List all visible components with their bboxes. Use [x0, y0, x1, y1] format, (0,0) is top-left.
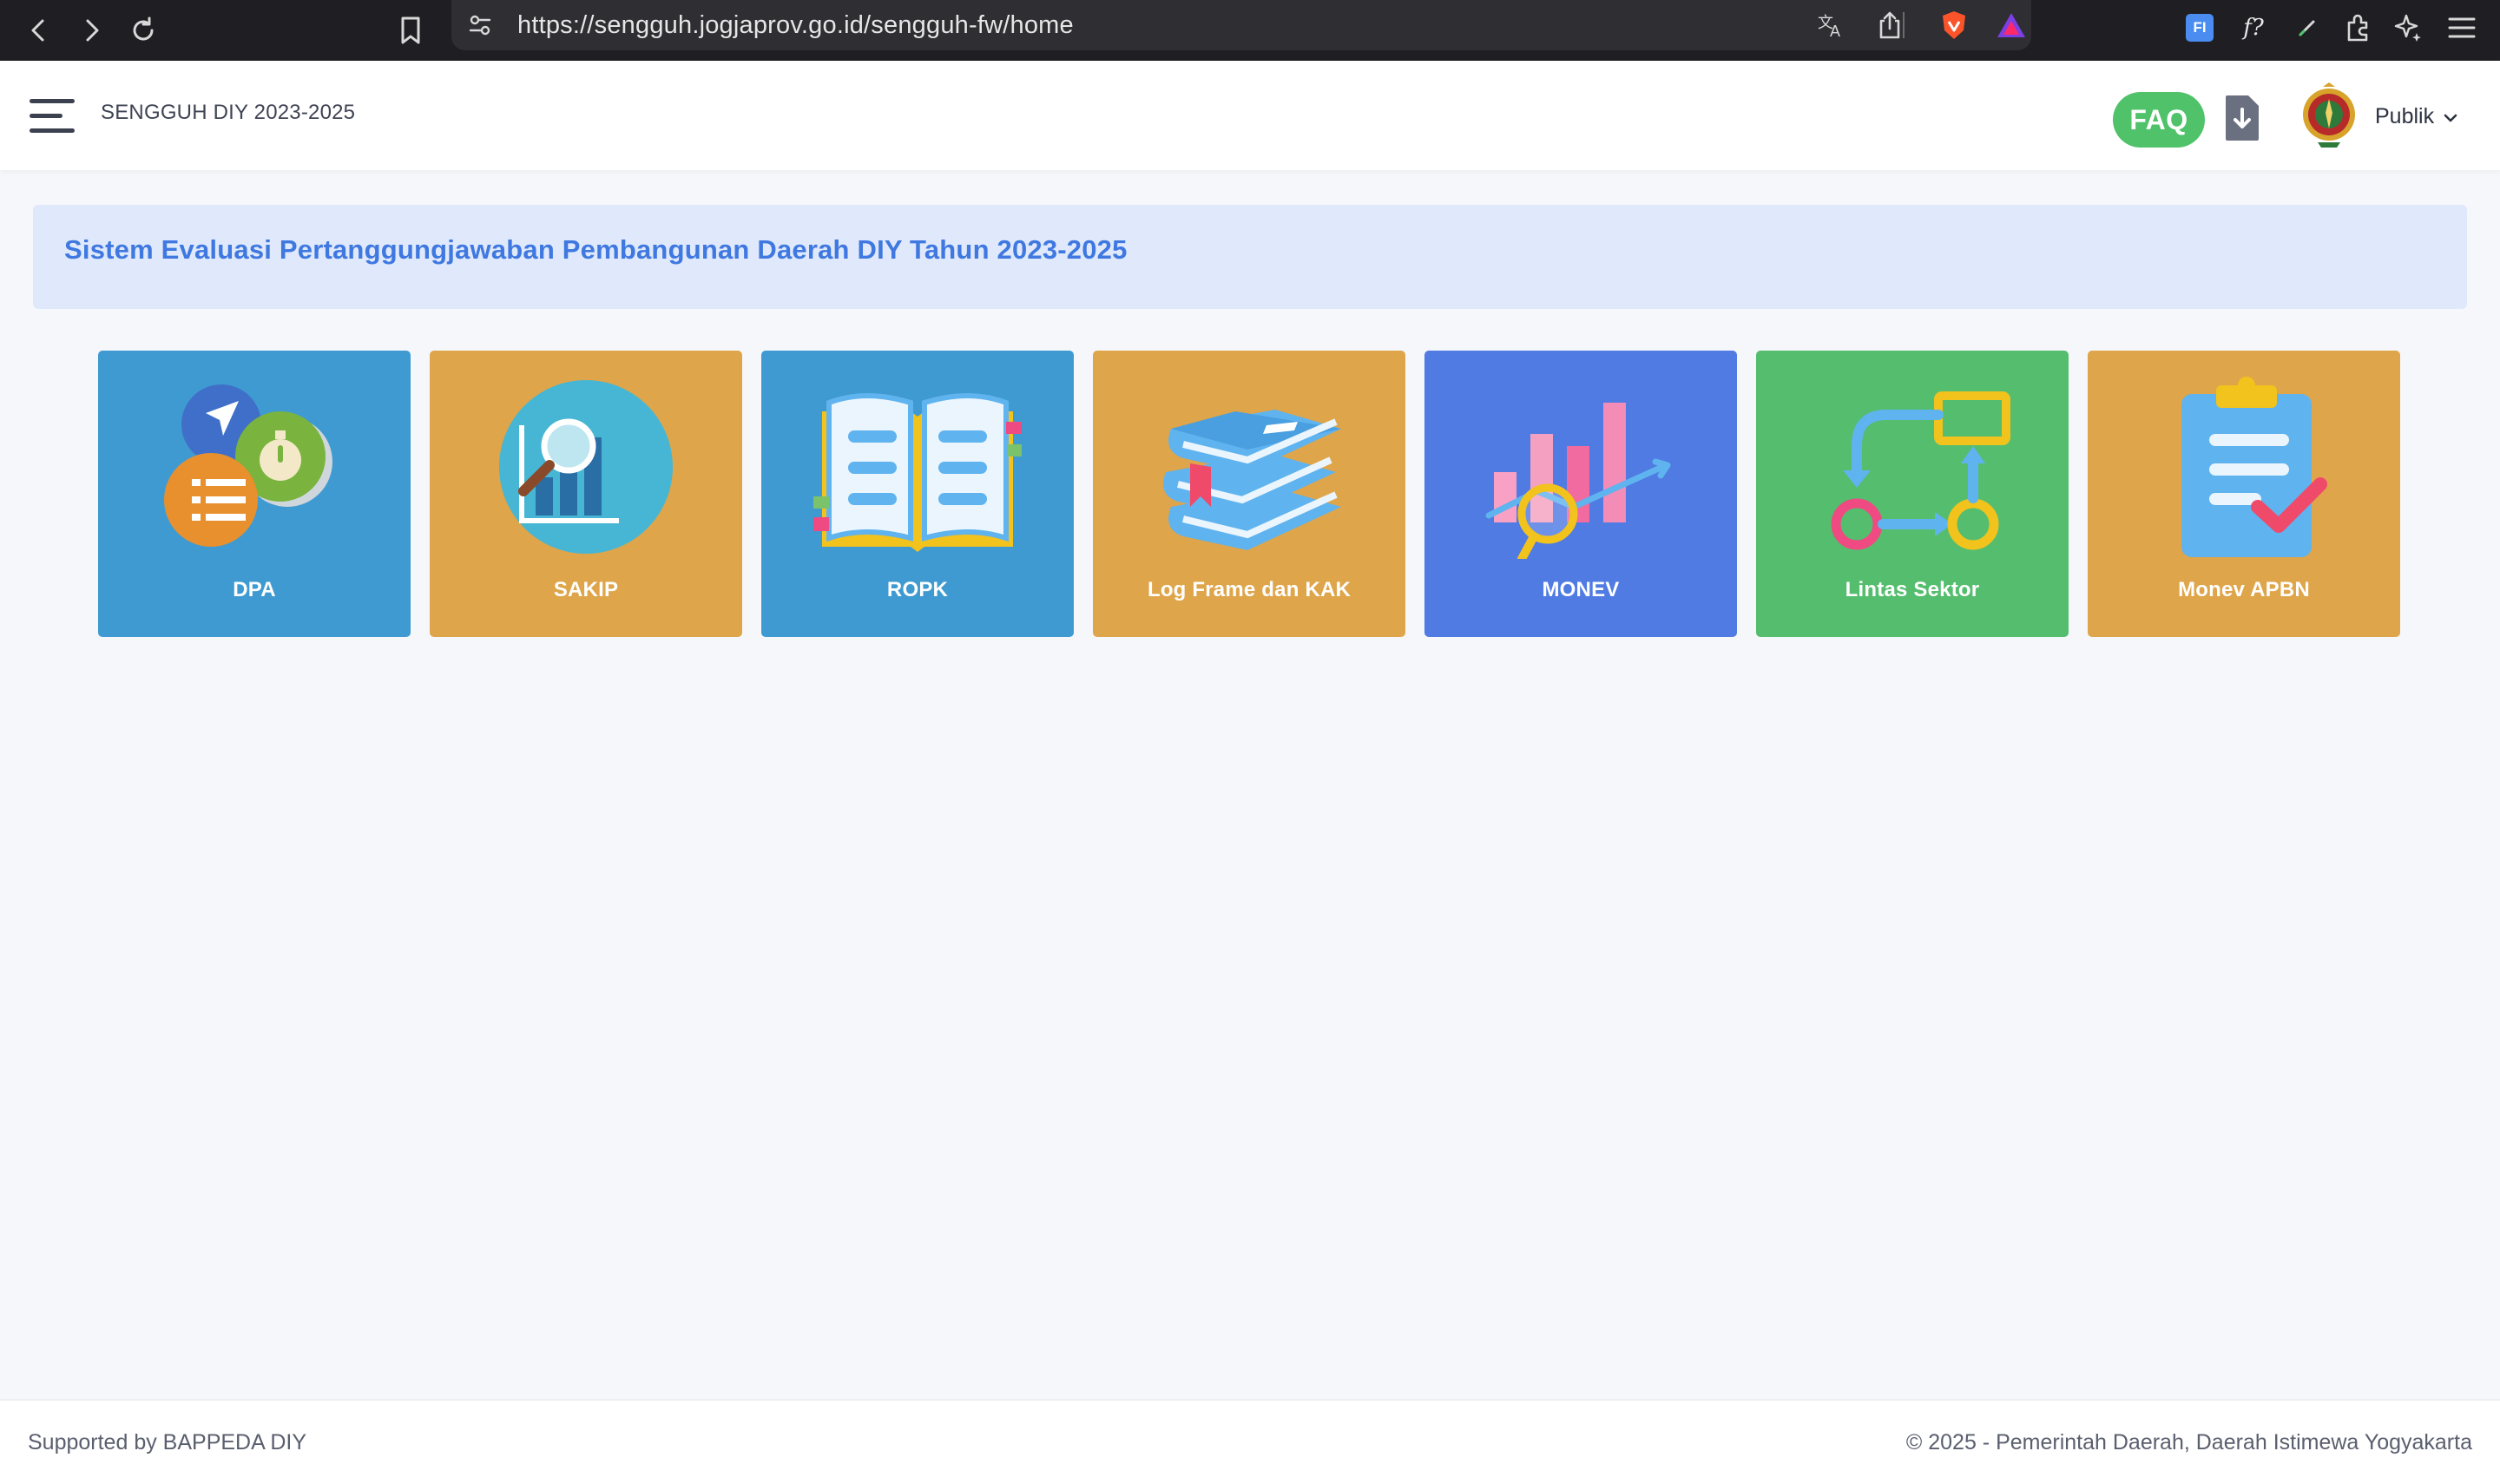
ropk-icon	[813, 377, 1022, 559]
reload-icon[interactable]	[122, 9, 165, 52]
site-settings-icon[interactable]	[465, 10, 495, 40]
app-title: SENGGUH DIY 2023-2025	[101, 101, 356, 124]
tile-label: MONEV	[1542, 578, 1620, 601]
tile-lintas-sektor[interactable]: Lintas Sektor	[1756, 351, 2069, 637]
translate-icon[interactable]: 文A	[1814, 9, 1847, 42]
footer: Supported by BAPPEDA DIY © 2025 - Pemeri…	[0, 1399, 2500, 1484]
address-bar[interactable]: https://sengguh.jogjaprov.go.id/sengguh-…	[451, 0, 2031, 50]
banner-title: Sistem Evaluasi Pertanggungjawaban Pemba…	[64, 234, 1128, 265]
tile-dpa[interactable]: DPA	[98, 351, 411, 637]
share-icon[interactable]	[1873, 9, 1906, 42]
tile-label: ROPK	[886, 578, 949, 601]
svg-text:A: A	[1830, 23, 1840, 40]
tile-label: Lintas Sektor	[1845, 578, 1980, 601]
download-icon[interactable]	[2224, 94, 2260, 142]
url-text[interactable]: https://sengguh.jogjaprov.go.id/sengguh-…	[517, 9, 1074, 42]
user-menu-button[interactable]: Publik	[2375, 99, 2458, 134]
browser-menu-icon[interactable]	[2443, 9, 2481, 47]
tile-monev[interactable]: MONEV	[1424, 351, 1737, 637]
footer-support-text: Supported by BAPPEDA DIY	[28, 1430, 307, 1454]
user-menu-label: Publik	[2375, 103, 2435, 128]
ext-pen-icon[interactable]	[2288, 9, 2326, 47]
tile-log-frame-dan-kak[interactable]: Log Frame dan KAK	[1093, 351, 1405, 637]
bookmark-icon[interactable]	[389, 9, 432, 52]
tile-ropk[interactable]: ROPK	[761, 351, 1074, 637]
monev-apbn-icon	[2140, 377, 2348, 559]
forward-icon[interactable]	[69, 9, 113, 52]
tile-sakip[interactable]: SAKIP	[430, 351, 742, 637]
brave-rewards-icon[interactable]	[1995, 9, 2028, 42]
faq-button[interactable]: FAQ	[2113, 92, 2205, 148]
tile-label: Log Frame dan KAK	[1147, 578, 1352, 601]
tile-monev-apbn[interactable]: Monev APBN	[2088, 351, 2400, 637]
avatar[interactable]	[2300, 82, 2358, 149]
browser-toolbar: https://sengguh.jogjaprov.go.id/sengguh-…	[0, 0, 2500, 61]
log-frame-icon	[1145, 377, 1353, 559]
ext-fi-icon[interactable]: FI	[2181, 9, 2219, 47]
ext-f-label: f?	[2243, 15, 2264, 41]
menu-tiles: DPA SAKIP ROPK Log Frame dan KAK MONEV L…	[98, 351, 2402, 637]
footer-copyright: © 2025 - Pemerintah Daerah, Daerah Istim…	[1905, 1430, 2472, 1454]
toolbar-divider	[1903, 12, 1905, 38]
sidebar-toggle-icon[interactable]	[30, 95, 75, 137]
tile-label: Monev APBN	[2178, 578, 2310, 601]
monev-icon	[1477, 377, 1685, 563]
tile-label: SAKIP	[553, 578, 619, 601]
leo-ai-icon[interactable]	[2389, 9, 2427, 47]
dpa-icon	[150, 377, 359, 559]
extensions-icon[interactable]	[2339, 9, 2377, 47]
app-header: SENGGUH DIY 2023-2025 FAQ Publik	[0, 61, 2500, 170]
tile-label: DPA	[233, 578, 276, 601]
lintas-sektor-icon	[1808, 377, 2016, 559]
ext-fi-label: FI	[2186, 14, 2214, 42]
back-icon[interactable]	[17, 9, 61, 52]
info-banner: Sistem Evaluasi Pertanggungjawaban Pemba…	[33, 205, 2467, 309]
chevron-down-icon	[2443, 104, 2458, 129]
ext-f-formula-icon[interactable]: f?	[2234, 9, 2273, 47]
sakip-icon	[482, 377, 690, 559]
brave-shield-icon[interactable]	[1938, 9, 1970, 42]
